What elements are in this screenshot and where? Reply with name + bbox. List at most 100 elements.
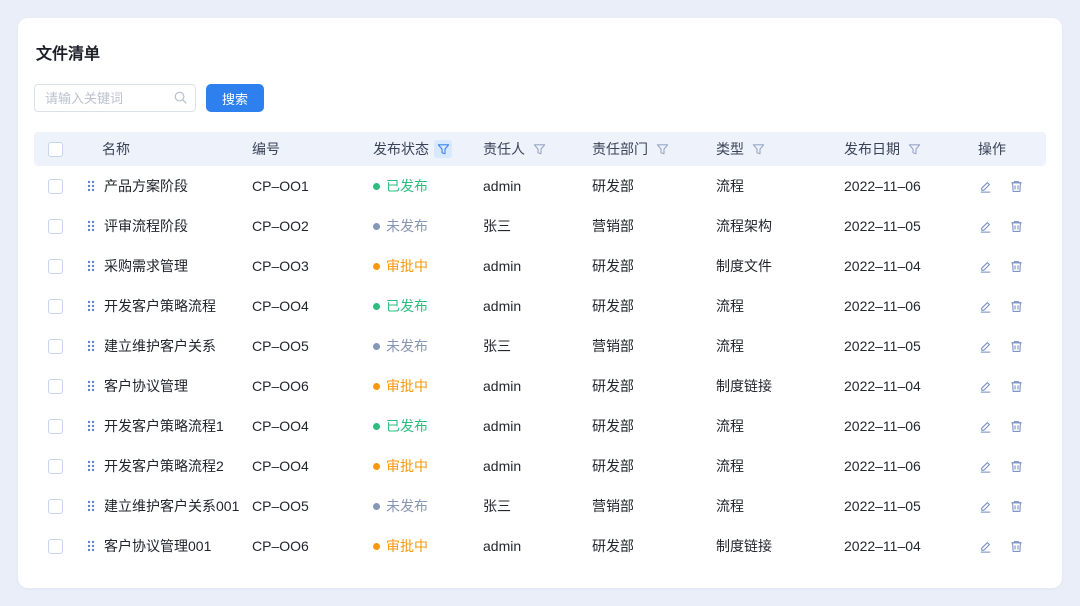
status-dot-icon xyxy=(373,223,380,230)
row-status-cell: 未发布 xyxy=(368,496,480,516)
row-checkbox[interactable] xyxy=(48,379,63,394)
row-date: 2022–11–04 xyxy=(840,378,962,394)
drag-handle-icon[interactable] xyxy=(86,179,96,193)
edit-icon[interactable] xyxy=(978,499,993,514)
row-owner: admin xyxy=(480,378,588,394)
edit-icon[interactable] xyxy=(978,379,993,394)
row-owner: admin xyxy=(480,458,588,474)
status-dot-icon xyxy=(373,383,380,390)
filter-icon[interactable] xyxy=(905,140,923,158)
row-type: 流程 xyxy=(712,496,840,516)
delete-icon[interactable] xyxy=(1009,299,1024,314)
drag-handle-icon[interactable] xyxy=(86,459,96,473)
delete-icon[interactable] xyxy=(1009,539,1024,554)
row-status: 已发布 xyxy=(386,296,428,316)
row-status-cell: 已发布 xyxy=(368,296,480,316)
search-button[interactable]: 搜索 xyxy=(206,84,264,112)
drag-handle-icon[interactable] xyxy=(86,259,96,273)
row-checkbox[interactable] xyxy=(48,539,63,554)
row-date: 2022–11–06 xyxy=(840,178,962,194)
filter-icon[interactable] xyxy=(653,140,671,158)
toolbar: 搜索 xyxy=(34,84,1046,112)
table-body: 产品方案阶段 CP–OO1 已发布 admin 研发部 流程 2022–11–0… xyxy=(34,166,1046,566)
column-header-name: 名称 xyxy=(76,139,248,159)
row-name: 产品方案阶段 xyxy=(104,176,188,196)
drag-handle-icon[interactable] xyxy=(86,379,96,393)
row-type: 制度链接 xyxy=(712,536,840,556)
delete-icon[interactable] xyxy=(1009,339,1024,354)
drag-handle-icon[interactable] xyxy=(86,539,96,553)
delete-icon[interactable] xyxy=(1009,179,1024,194)
drag-handle-icon[interactable] xyxy=(86,299,96,313)
row-name: 开发客户策略流程1 xyxy=(104,416,224,436)
edit-icon[interactable] xyxy=(978,179,993,194)
filter-icon[interactable] xyxy=(530,140,548,158)
edit-icon[interactable] xyxy=(978,339,993,354)
row-code: CP–OO5 xyxy=(248,498,368,514)
row-name: 建立维护客户关系001 xyxy=(104,496,239,516)
row-checkbox[interactable] xyxy=(48,419,63,434)
row-dept: 研发部 xyxy=(588,536,712,556)
column-header-owner: 责任人 xyxy=(480,139,588,159)
row-code: CP–OO3 xyxy=(248,258,368,274)
select-all-checkbox[interactable] xyxy=(48,142,63,157)
delete-icon[interactable] xyxy=(1009,379,1024,394)
row-checkbox[interactable] xyxy=(48,459,63,474)
delete-icon[interactable] xyxy=(1009,419,1024,434)
delete-icon[interactable] xyxy=(1009,459,1024,474)
status-dot-icon xyxy=(373,503,380,510)
status-dot-icon xyxy=(373,343,380,350)
row-checkbox[interactable] xyxy=(48,339,63,354)
row-code: CP–OO5 xyxy=(248,338,368,354)
search-input[interactable] xyxy=(34,84,196,112)
edit-icon[interactable] xyxy=(978,459,993,474)
drag-handle-icon[interactable] xyxy=(86,419,96,433)
row-date: 2022–11–06 xyxy=(840,298,962,314)
search-box xyxy=(34,84,196,112)
row-date: 2022–11–04 xyxy=(840,538,962,554)
row-checkbox[interactable] xyxy=(48,179,63,194)
row-name: 客户协议管理001 xyxy=(104,536,211,556)
row-checkbox[interactable] xyxy=(48,499,63,514)
row-status-cell: 审批中 xyxy=(368,256,480,276)
row-code: CP–OO4 xyxy=(248,458,368,474)
edit-icon[interactable] xyxy=(978,219,993,234)
row-type: 流程 xyxy=(712,416,840,436)
row-status: 已发布 xyxy=(386,416,428,436)
filter-icon[interactable] xyxy=(434,140,452,158)
delete-icon[interactable] xyxy=(1009,219,1024,234)
row-type: 制度链接 xyxy=(712,376,840,396)
delete-icon[interactable] xyxy=(1009,499,1024,514)
table-row: 建立维护客户关系 CP–OO5 未发布 张三 营销部 流程 2022–11–05 xyxy=(34,326,1046,366)
status-dot-icon xyxy=(373,543,380,550)
edit-icon[interactable] xyxy=(978,539,993,554)
row-dept: 研发部 xyxy=(588,176,712,196)
filter-icon[interactable] xyxy=(749,140,767,158)
edit-icon[interactable] xyxy=(978,299,993,314)
status-dot-icon xyxy=(373,423,380,430)
row-checkbox[interactable] xyxy=(48,259,63,274)
drag-handle-icon[interactable] xyxy=(86,339,96,353)
row-status: 未发布 xyxy=(386,216,428,236)
column-label: 发布日期 xyxy=(844,139,900,159)
column-header-dept: 责任部门 xyxy=(588,139,712,159)
row-owner: admin xyxy=(480,298,588,314)
row-status-cell: 审批中 xyxy=(368,536,480,556)
row-date: 2022–11–06 xyxy=(840,418,962,434)
column-label: 类型 xyxy=(716,139,744,159)
drag-handle-icon[interactable] xyxy=(86,219,96,233)
delete-icon[interactable] xyxy=(1009,259,1024,274)
row-checkbox[interactable] xyxy=(48,299,63,314)
column-label: 操作 xyxy=(978,139,1006,159)
edit-icon[interactable] xyxy=(978,259,993,274)
row-dept: 研发部 xyxy=(588,416,712,436)
row-checkbox[interactable] xyxy=(48,219,63,234)
table-header-row: 名称编号发布状态责任人责任部门类型发布日期操作 xyxy=(34,132,1046,166)
row-name: 建立维护客户关系 xyxy=(104,336,216,356)
column-label: 名称 xyxy=(102,139,130,159)
row-status: 审批中 xyxy=(386,376,428,396)
file-table: 名称编号发布状态责任人责任部门类型发布日期操作 产品方案阶段 CP–OO1 已发… xyxy=(34,132,1046,566)
drag-handle-icon[interactable] xyxy=(86,499,96,513)
edit-icon[interactable] xyxy=(978,419,993,434)
status-dot-icon xyxy=(373,183,380,190)
